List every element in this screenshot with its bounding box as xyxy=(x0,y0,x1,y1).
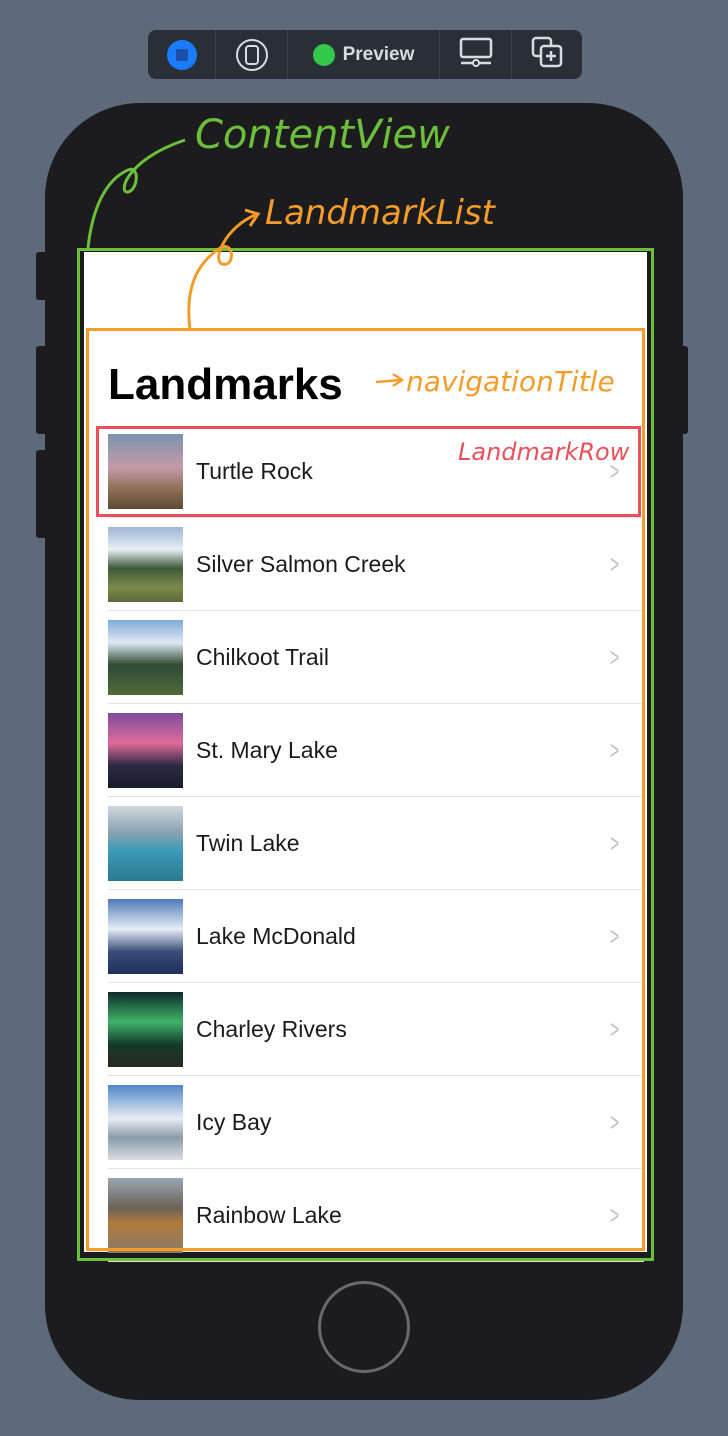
home-button[interactable] xyxy=(318,1281,410,1373)
landmark-list-annotation: LandmarkList xyxy=(265,193,495,233)
landmark-row-annotation: LandmarkRow xyxy=(458,438,630,466)
navigation-title-annotation: navigationTitle xyxy=(406,365,615,398)
content-view-annotation: ContentView xyxy=(195,112,450,158)
